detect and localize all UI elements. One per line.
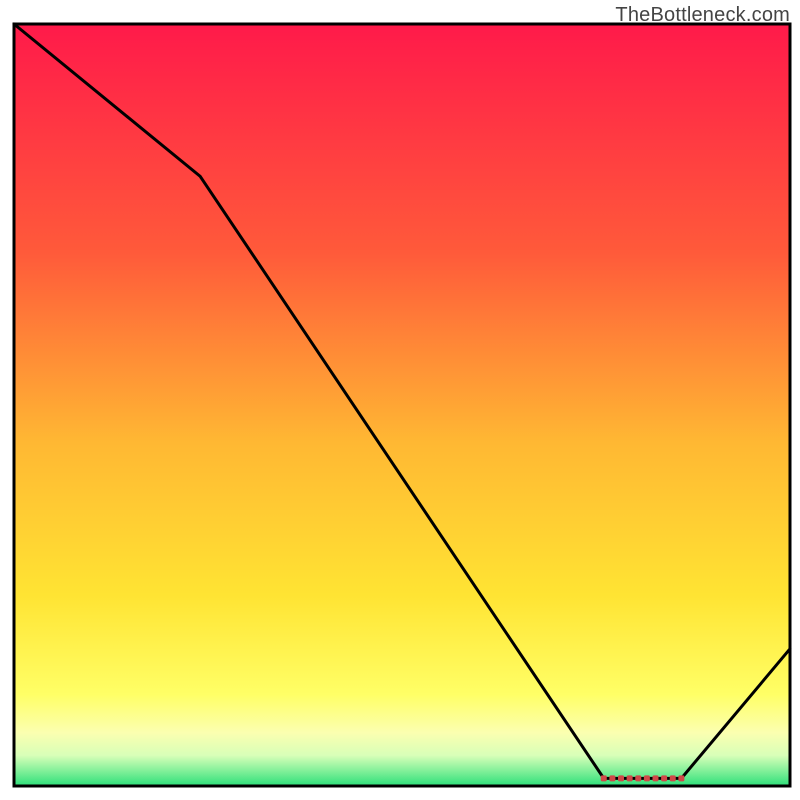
bottleneck-chart: TheBottleneck.com xyxy=(0,0,800,800)
chart-svg xyxy=(0,0,800,800)
watermark-text: TheBottleneck.com xyxy=(615,4,790,27)
chart-background xyxy=(14,24,790,786)
